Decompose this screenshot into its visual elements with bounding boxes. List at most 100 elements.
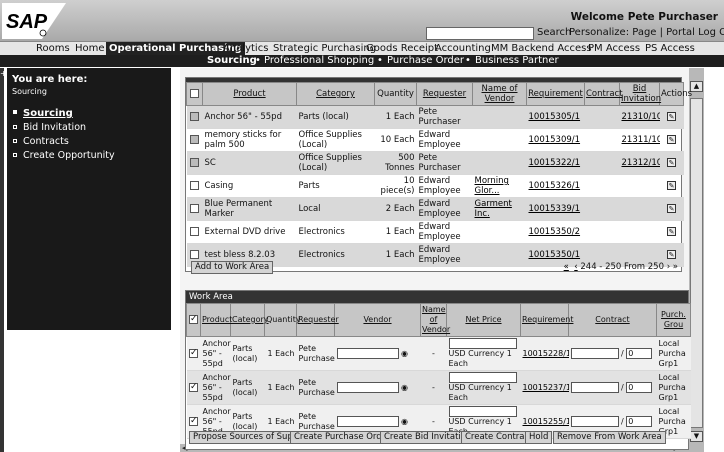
wa-col-vendor[interactable]: Vendor bbox=[334, 303, 421, 337]
col-requirement[interactable]: Requirement bbox=[526, 82, 585, 106]
cell-requirement-link[interactable]: 10015305/1 bbox=[526, 105, 585, 129]
scroll-thumb[interactable] bbox=[690, 98, 703, 428]
contract-input[interactable] bbox=[570, 382, 619, 393]
col-contract[interactable]: Contract bbox=[584, 82, 623, 106]
cell-requirement-link[interactable]: 10015350/2 bbox=[526, 220, 585, 244]
cell-vendor-name[interactable] bbox=[472, 105, 527, 129]
collapse-bar[interactable]: + bbox=[0, 68, 7, 452]
subnav-professional-shopping[interactable]: Professional Shopping bbox=[264, 55, 374, 67]
first-page-icon[interactable]: « bbox=[564, 262, 569, 272]
cell-requirement-link[interactable]: 10015339/1 bbox=[526, 197, 585, 221]
net-price-input[interactable] bbox=[448, 406, 517, 417]
cell-bid-invitation-link[interactable] bbox=[619, 174, 660, 198]
row-checkbox[interactable] bbox=[186, 105, 203, 129]
wa-col-vendor-name[interactable]: Name of Vendor bbox=[420, 303, 450, 337]
col-requester[interactable]: Requester bbox=[416, 82, 473, 106]
row-checkbox[interactable] bbox=[186, 336, 201, 371]
col-category[interactable]: Category bbox=[296, 82, 375, 106]
binoculars-icon[interactable]: ◉ bbox=[401, 383, 408, 392]
binoculars-icon[interactable]: ◉ bbox=[401, 349, 408, 358]
document-action-icon[interactable]: ✎ bbox=[667, 250, 676, 259]
hold-button[interactable]: Hold bbox=[525, 431, 553, 444]
search-button[interactable]: Search bbox=[537, 27, 571, 38]
subnav-business-partner[interactable]: Business Partner bbox=[475, 55, 559, 67]
select-all-checkbox[interactable] bbox=[186, 82, 203, 106]
document-action-icon[interactable]: ✎ bbox=[667, 135, 676, 144]
wa-select-all-checkbox[interactable] bbox=[186, 303, 201, 337]
nav-analytics[interactable]: Analytics bbox=[223, 42, 268, 55]
net-price-input[interactable] bbox=[448, 372, 517, 383]
row-checkbox[interactable] bbox=[186, 370, 201, 405]
scroll-down-icon[interactable]: ▼ bbox=[690, 431, 703, 442]
vendor-input[interactable] bbox=[336, 416, 399, 427]
prev-page-icon[interactable]: ‹ bbox=[574, 262, 577, 272]
subnav-sourcing[interactable]: Sourcing bbox=[207, 55, 257, 67]
contract-item-input[interactable]: 0 bbox=[626, 416, 653, 427]
vendor-input[interactable] bbox=[336, 348, 399, 359]
binoculars-icon[interactable]: ◉ bbox=[401, 417, 408, 426]
contract-item-input[interactable]: 0 bbox=[626, 348, 653, 359]
row-checkbox[interactable] bbox=[186, 220, 203, 244]
document-action-icon[interactable]: ✎ bbox=[667, 204, 676, 213]
cell-vendor-name[interactable] bbox=[472, 128, 527, 152]
document-action-icon[interactable]: ✎ bbox=[667, 158, 676, 167]
cell-bid-invitation-link[interactable] bbox=[619, 197, 660, 221]
row-checkbox[interactable] bbox=[186, 174, 203, 198]
nav-rooms[interactable]: Rooms bbox=[36, 42, 70, 55]
row-checkbox[interactable] bbox=[186, 128, 203, 152]
last-page-icon[interactable]: » bbox=[673, 262, 678, 272]
wa-col-purch-group[interactable]: Purch. Grou bbox=[656, 303, 691, 337]
personalize-links[interactable]: Personalize: Page | Portal Log Off bbox=[569, 27, 724, 38]
wa-col-requester[interactable]: Requester bbox=[296, 303, 339, 337]
col-bid-invitation[interactable]: Bid Invitation bbox=[619, 82, 661, 106]
contract-item-input[interactable]: 0 bbox=[626, 382, 653, 393]
leftnav-sourcing[interactable]: Sourcing bbox=[13, 108, 171, 119]
col-vendor-name[interactable]: Name of Vendor bbox=[472, 82, 527, 106]
search-input[interactable] bbox=[426, 27, 534, 40]
leftnav-bid-invitation[interactable]: Bid Invitation bbox=[13, 122, 171, 133]
row-checkbox[interactable] bbox=[186, 151, 203, 175]
nav-pm-access[interactable]: PM Access bbox=[588, 42, 640, 55]
nav-home[interactable]: Home bbox=[75, 42, 105, 55]
wa-col-contract[interactable]: Contract bbox=[568, 303, 657, 337]
vertical-scrollbar[interactable]: ▲ ▼ bbox=[689, 68, 704, 452]
create-purchase-order-button[interactable]: Create Purchase Order bbox=[290, 431, 395, 444]
cell-bid-invitation-link[interactable]: 21310/10 bbox=[619, 105, 660, 129]
document-action-icon[interactable]: ✎ bbox=[667, 181, 676, 190]
subnav-purchase-order[interactable]: Purchase Order bbox=[387, 55, 464, 67]
cell-vendor-name[interactable] bbox=[472, 151, 527, 175]
cell-bid-invitation-link[interactable]: 21311/10 bbox=[619, 128, 660, 152]
contract-input[interactable] bbox=[570, 416, 619, 427]
wa-col-net-price[interactable]: Net Price bbox=[446, 303, 521, 337]
cell-vendor-name[interactable]: Morning Glor... bbox=[472, 174, 527, 198]
contract-input[interactable] bbox=[570, 348, 619, 359]
cell-vendor-name[interactable]: Garment Inc. bbox=[472, 197, 527, 221]
nav-ps-access[interactable]: PS Access bbox=[645, 42, 695, 55]
leftnav-create-opportunity[interactable]: Create Opportunity bbox=[13, 150, 171, 161]
leftnav-contracts[interactable]: Contracts bbox=[13, 136, 171, 147]
document-action-icon[interactable]: ✎ bbox=[667, 227, 676, 236]
nav-accounting[interactable]: Accounting bbox=[435, 42, 491, 55]
nav-mm-backend-access[interactable]: MM Backend Access bbox=[491, 42, 592, 55]
vendor-input[interactable] bbox=[336, 382, 399, 393]
next-page-icon[interactable]: › bbox=[667, 262, 670, 272]
wa-col-product[interactable]: Product bbox=[200, 303, 232, 337]
cell-requirement-link[interactable]: 10015322/1 bbox=[526, 151, 585, 175]
cell-requirement-link[interactable]: 10015237/1 bbox=[520, 370, 569, 405]
nav-goods-receipt[interactable]: Goods Receipt bbox=[366, 42, 438, 55]
wa-col-requirement[interactable]: Requirement bbox=[520, 303, 573, 337]
cell-requirement-link[interactable]: 10015309/1 bbox=[526, 128, 585, 152]
add-to-work-area-button[interactable]: Add to Work Area bbox=[191, 261, 274, 274]
cell-vendor-name[interactable] bbox=[472, 220, 527, 244]
col-product[interactable]: Product bbox=[202, 82, 297, 106]
wa-col-category[interactable]: Category bbox=[230, 303, 269, 337]
row-checkbox[interactable] bbox=[186, 197, 203, 221]
cell-requirement-link[interactable]: 10015228/1 bbox=[520, 336, 569, 371]
cell-bid-invitation-link[interactable]: 21312/10 bbox=[619, 151, 660, 175]
document-action-icon[interactable]: ✎ bbox=[667, 112, 676, 121]
net-price-input[interactable] bbox=[448, 338, 517, 349]
nav-strategic-purchasing[interactable]: Strategic Purchasing bbox=[273, 42, 376, 55]
cell-bid-invitation-link[interactable] bbox=[619, 220, 660, 244]
cell-requirement-link[interactable]: 10015326/1 bbox=[526, 174, 585, 198]
remove-from-work-area-button[interactable]: Remove From Work Area bbox=[553, 431, 666, 444]
